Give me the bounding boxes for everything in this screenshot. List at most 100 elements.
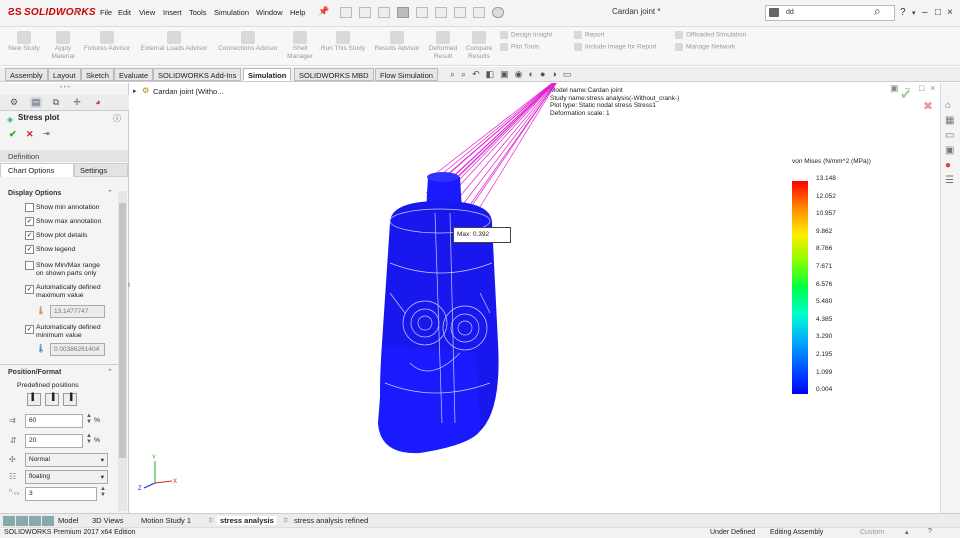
appearances-icon[interactable]: ● (945, 160, 951, 171)
help-icon[interactable]: ? (900, 7, 906, 18)
show-plot-details-checkbox[interactable]: ✓ (25, 231, 34, 240)
menu-insert[interactable]: Insert (163, 8, 182, 17)
x-position-input[interactable]: 60 (25, 414, 83, 428)
rebuild-icon[interactable] (454, 7, 466, 18)
feature-tree-icon[interactable]: ⚙ (8, 97, 20, 108)
design-library-icon[interactable]: ▦ (945, 115, 954, 126)
zoom-area-icon[interactable]: ⌕ (461, 69, 466, 80)
auto-max-checkbox[interactable]: ✓ (25, 285, 34, 294)
previous-view-icon[interactable]: ↶ (472, 69, 480, 80)
tab-motion-study[interactable]: Motion Study 1 (141, 516, 191, 525)
open-icon[interactable] (359, 7, 371, 18)
design-insight-button[interactable]: Design Insight (500, 31, 552, 39)
file-properties-icon[interactable] (473, 7, 485, 18)
y-spinner-icon[interactable]: ▲ ▼ (86, 433, 92, 445)
number-format-select[interactable]: Normal ▾ (25, 453, 108, 467)
view-palette-icon[interactable]: ▣ (945, 145, 954, 156)
scene-icon[interactable]: ◑ (551, 69, 556, 80)
min-value-input[interactable]: 0.00386261404 (50, 343, 105, 356)
select-icon[interactable] (435, 7, 447, 18)
apply-material-button[interactable]: Apply Material (48, 31, 78, 61)
results-advisor-button[interactable]: Results Advisor (372, 31, 422, 53)
menu-simulation[interactable]: Simulation (214, 8, 249, 17)
manage-network-button[interactable]: Manage Network (675, 43, 735, 51)
cancel-x-icon[interactable]: ✕ (26, 129, 34, 140)
max-annotation[interactable]: Max: 0.392 (453, 227, 511, 243)
menu-window[interactable]: Window (256, 8, 283, 17)
new-study-button[interactable]: New Study (5, 31, 43, 53)
show-min-annotation-checkbox[interactable] (25, 203, 34, 212)
ok-check-icon[interactable]: ✔ (9, 129, 17, 140)
scrollbar-thumb[interactable] (119, 203, 126, 458)
show-min-max-range-checkbox[interactable] (25, 261, 34, 270)
plot-tools-button[interactable]: Plot Tools (500, 43, 539, 51)
units-label[interactable]: Custom (860, 529, 884, 536)
tab-stress-analysis-refined[interactable]: stress analysis refined (294, 516, 368, 525)
save-icon[interactable] (378, 7, 390, 18)
minimize-icon[interactable]: – (922, 7, 928, 18)
panel-grip-icon[interactable]: • • • (60, 85, 70, 91)
definition-tab[interactable]: Definition (0, 150, 128, 162)
first-tab-icon[interactable] (3, 516, 15, 526)
options-gear-icon[interactable] (492, 7, 504, 18)
expand-arrow-icon[interactable]: ▸ (75, 6, 80, 17)
file-explorer-icon[interactable]: ▭ (945, 130, 954, 141)
panel-scrollbar[interactable] (118, 191, 127, 511)
view-orientation-icon[interactable]: ▣ (500, 69, 509, 80)
search-scope-icon[interactable] (769, 8, 779, 17)
external-loads-button[interactable]: External Loads Advisor (136, 31, 212, 53)
tab-model[interactable]: Model (58, 516, 78, 525)
connections-advisor-button[interactable]: Connections Advisor (214, 31, 282, 53)
next-tab-icon[interactable] (29, 516, 41, 526)
tab-evaluate[interactable]: Evaluate (114, 68, 154, 81)
hide-show-icon[interactable]: ◐ (529, 69, 534, 80)
help-dropdown-icon[interactable]: ▾ (912, 9, 916, 17)
legend-mode-select[interactable]: floating ▾ (25, 470, 108, 484)
offloaded-simulation-button[interactable]: Offloaded Simulation (675, 31, 746, 39)
y-position-input[interactable]: 20 (25, 434, 83, 448)
zoom-to-fit-icon[interactable]: ⌕ (450, 69, 455, 80)
tab-simulation[interactable]: Simulation (243, 68, 292, 81)
new-doc-icon[interactable] (340, 7, 352, 18)
position-center-button[interactable]: ▐ (45, 393, 59, 406)
auto-min-checkbox[interactable]: ✓ (25, 325, 34, 334)
compare-results-button[interactable]: Compare Results (462, 31, 496, 61)
tab-sketch[interactable]: Sketch (81, 68, 114, 81)
collapse-display-icon[interactable]: ⌃ (107, 189, 113, 197)
position-left-button[interactable]: ▌ (27, 393, 41, 406)
maximize-icon[interactable]: □ (935, 7, 941, 18)
show-max-annotation-checkbox[interactable]: ✓ (25, 217, 34, 226)
tab-solidworks-addins[interactable]: SOLIDWORKS Add-Ins (153, 68, 242, 81)
prev-tab-icon[interactable] (16, 516, 28, 526)
units-dropdown-icon[interactable]: ▴ (905, 528, 909, 536)
graphics-area[interactable]: ▸ ⚙ Cardan joint (Witho... Model name:Ca… (130, 83, 940, 513)
tab-chart-options[interactable]: Chart Options (0, 163, 74, 177)
menu-view[interactable]: View (139, 8, 155, 17)
display-style-icon[interactable]: ◉ (515, 69, 523, 80)
status-help-icon[interactable]: ? (928, 528, 932, 535)
dimxpert-icon[interactable]: ✛ (71, 97, 83, 108)
shell-manager-button[interactable]: Shell Manager (285, 31, 315, 61)
run-study-button[interactable]: Run This Study (318, 31, 368, 53)
decimal-places-input[interactable]: 3 (25, 487, 97, 501)
appearance-icon[interactable]: ● (540, 69, 545, 80)
tab-3d-views[interactable]: 3D Views (92, 516, 124, 525)
help-question-icon[interactable]: ⓘ (113, 113, 121, 124)
menu-tools[interactable]: Tools (189, 8, 207, 17)
fixtures-advisor-button[interactable]: Fixtures Advisor (80, 31, 134, 53)
menu-edit[interactable]: Edit (118, 8, 131, 17)
menu-file[interactable]: File (100, 8, 112, 17)
search-icon[interactable]: ⌕ (874, 4, 881, 19)
tab-flow-simulation[interactable]: Flow Simulation (375, 68, 438, 81)
view-settings-icon[interactable]: ▭ (563, 69, 572, 80)
decimals-spinner-icon[interactable]: ▲ ▼ (100, 486, 106, 498)
solidworks-resources-icon[interactable]: ⌂ (945, 100, 951, 111)
section-view-icon[interactable]: ◧ (486, 69, 495, 80)
deformed-result-button[interactable]: Deformed Result (425, 31, 461, 61)
collapse-position-icon[interactable]: ⌃ (107, 368, 113, 376)
menu-help[interactable]: Help (290, 8, 305, 17)
property-manager-icon[interactable]: ▤ (30, 97, 42, 108)
configuration-manager-icon[interactable]: ⧉ (50, 97, 62, 108)
pushpin-icon[interactable]: ⇥ (43, 129, 50, 138)
display-manager-icon[interactable]: ◕ (92, 97, 104, 108)
